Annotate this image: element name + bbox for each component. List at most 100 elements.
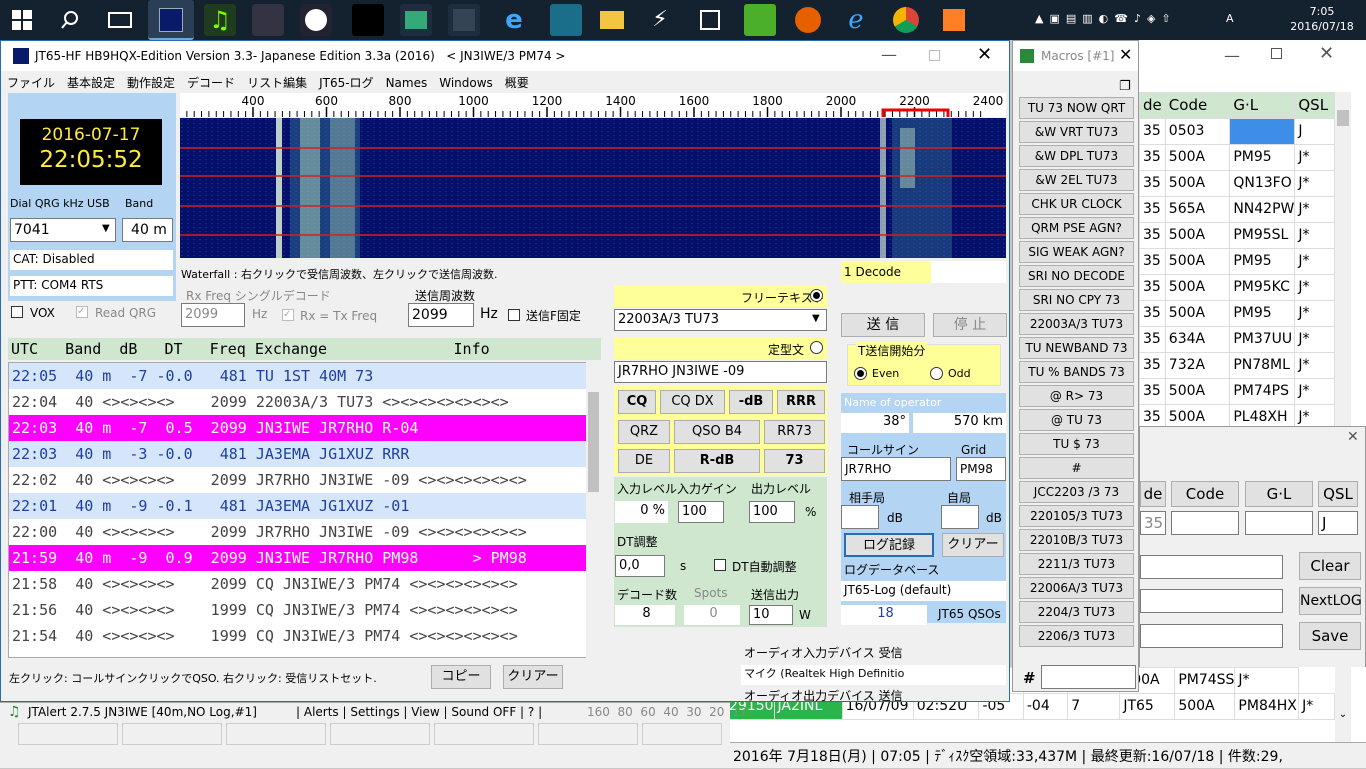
macro-de[interactable]: DE	[618, 449, 670, 473]
decode-row[interactable]: 21:54 40 <><><><> 1999 CQ JN3IWE/3 PM74 …	[9, 623, 600, 649]
dlg-header-de[interactable]: de	[1140, 481, 1166, 507]
log-row[interactable]: 35 0503 J	[1139, 118, 1335, 145]
macro-cq-dx[interactable]: CQ DX	[660, 390, 725, 414]
macro-button[interactable]: SRI NO DECODE	[1019, 265, 1134, 287]
band-field[interactable]: 40 m	[122, 218, 173, 242]
taskbar-tower-icon[interactable]: ⚡	[644, 4, 676, 36]
dt-auto-checkbox[interactable]	[714, 559, 726, 571]
chevron-down-icon[interactable]: ▼	[812, 313, 820, 324]
dlg-de-field[interactable]: 35	[1140, 511, 1166, 535]
macro-rrr[interactable]: RRR	[777, 390, 825, 414]
decode-row[interactable]: 22:03 40 m -3 -0.0 481 JA3EMA JG1XUZ RRR	[9, 441, 600, 467]
store-icon[interactable]	[694, 4, 726, 36]
minimize-icon[interactable]: —	[881, 45, 897, 64]
even-radio[interactable]	[854, 367, 867, 380]
decode-row[interactable]: 22:00 40 <><><><> 2099 JR7RHO JN3IWE -09…	[9, 519, 600, 545]
macro-r-db[interactable]: R-dB	[674, 449, 760, 473]
ie-icon[interactable]: ℯ	[840, 4, 872, 36]
dlg-header-qsl[interactable]: QSL	[1318, 481, 1358, 507]
taskbar-app9-icon[interactable]	[550, 4, 582, 36]
jtalert-menu[interactable]: | Alerts | Settings | View | Sound OFF |…	[296, 705, 542, 719]
macro-button[interactable]: 22003A/3 TU73	[1019, 313, 1134, 335]
macro-button[interactable]: TU % BANDS 73	[1019, 361, 1134, 383]
macro-rr73[interactable]: RR73	[764, 420, 825, 444]
menu-jt65-log[interactable]: JT65-ログ	[313, 71, 379, 94]
taskbar-music-icon[interactable]: ♫	[204, 4, 236, 36]
readqrg-checkbox[interactable]: ✓	[76, 306, 88, 318]
decode-list[interactable]: 22:05 40 m -7 -0.0 481 TU 1ST 40M 73 22:0…	[8, 362, 601, 658]
mine-db-field[interactable]	[941, 505, 979, 529]
log-row[interactable]: 35 500A PM95 J*	[1139, 300, 1335, 327]
macro-button[interactable]: TU $ 73	[1019, 433, 1134, 455]
dlg-text2[interactable]	[1140, 589, 1283, 613]
macro-button[interactable]: SIG WEAK AGN?	[1019, 241, 1134, 263]
macro-button[interactable]: @ R> 73	[1019, 385, 1134, 407]
log-row[interactable]: 35 500A QN13FO J*	[1139, 170, 1335, 197]
audio-in-device[interactable]: マイク (Realtek High Definitio	[741, 665, 1006, 685]
out-level-field[interactable]: 100	[749, 501, 795, 523]
lower-scrollbar[interactable]: ⌄	[1335, 667, 1351, 742]
tx-freq-field[interactable]: 2099	[408, 303, 474, 327]
log-row[interactable]: 35 634A PM37UU J*	[1139, 326, 1335, 353]
clear-list-button[interactable]: クリアー	[503, 665, 563, 689]
log-row[interactable]: 35 565A NN42PW J*	[1139, 196, 1335, 223]
taskbar-jt65-icon[interactable]	[148, 0, 194, 40]
macro-button[interactable]: @ TU 73	[1019, 409, 1134, 431]
task-view-icon[interactable]	[108, 12, 132, 28]
taskbar-app6-icon[interactable]	[400, 4, 432, 36]
fixed-text-radio[interactable]	[810, 341, 823, 354]
stop-button[interactable]: 停 止	[933, 313, 1007, 337]
list-scrollbar[interactable]	[586, 362, 601, 658]
clear-button[interactable]: Clear	[1299, 552, 1361, 580]
their-db-field[interactable]	[841, 505, 879, 529]
taskbar-app7-icon[interactable]	[448, 4, 480, 36]
macro-input[interactable]	[1041, 665, 1136, 689]
media-player-icon[interactable]	[938, 4, 970, 36]
macro-button[interactable]: &W 2EL TU73	[1019, 169, 1134, 191]
log-row[interactable]: 35 500A PM74PS J*	[1139, 378, 1335, 405]
search-icon[interactable]	[60, 10, 80, 30]
log-col-header[interactable]: de	[1139, 92, 1166, 119]
dt-field[interactable]: 0,0	[615, 555, 665, 577]
macro-qrz[interactable]: QRZ	[618, 420, 670, 444]
copy-button[interactable]: コピー	[431, 665, 491, 689]
vox-checkbox[interactable]	[11, 306, 23, 318]
macro-button[interactable]: TU NEWBAND 73	[1019, 337, 1134, 359]
chevron-down-icon[interactable]: ▼	[102, 223, 110, 234]
decode-row[interactable]: 21:58 40 <><><><> 2099 CQ JN3IWE/3 PM74 …	[9, 571, 600, 597]
macro-button[interactable]: JCC2203 /3 73	[1019, 481, 1134, 503]
dlg-text3[interactable]	[1140, 624, 1283, 648]
taskbar-app5-icon[interactable]	[352, 4, 384, 36]
dial-select[interactable]: 7041	[10, 218, 116, 242]
file-explorer-icon[interactable]	[596, 4, 628, 36]
decode-row[interactable]: 22:04 40 <><><><> 2099 22003A/3 TU73 <><…	[9, 389, 600, 415]
macro-button[interactable]: 22006A/3 TU73	[1019, 577, 1134, 599]
menu-list-edit[interactable]: リスト編集	[241, 71, 313, 94]
log-col-header[interactable]: G·L	[1229, 92, 1296, 119]
log-row[interactable]: 35 500A PM95SL J*	[1139, 222, 1335, 249]
rx-eq-tx-checkbox[interactable]: ✓	[282, 309, 294, 321]
macro-button[interactable]: SRI NO CPY 73	[1019, 289, 1134, 311]
firefox-icon[interactable]	[792, 4, 824, 36]
log-row[interactable]: 35 500A PM95 J*	[1139, 144, 1335, 171]
macro-button[interactable]: &W DPL TU73	[1019, 145, 1134, 167]
menu-file[interactable]: ファイル	[1, 71, 61, 94]
log-col-header[interactable]: Code	[1164, 92, 1231, 119]
nextlog-button[interactable]: NextLOG	[1299, 587, 1362, 615]
maximize-icon[interactable]	[1271, 48, 1282, 59]
macro-button[interactable]: QRM PSE AGN?	[1019, 217, 1134, 239]
log-row[interactable]: 35 500A PM95KC J*	[1139, 274, 1335, 301]
send-button[interactable]: 送 信	[841, 313, 925, 337]
tx-fixed-checkbox[interactable]	[508, 309, 520, 321]
menu-names[interactable]: Names	[380, 73, 434, 93]
macro-button[interactable]: 220105/3 TU73	[1019, 505, 1134, 527]
save-button[interactable]: Save	[1299, 622, 1361, 650]
log-button[interactable]: ログ記録	[844, 533, 934, 557]
free-text-radio[interactable]	[810, 289, 823, 302]
ime-indicator[interactable]: A	[1226, 12, 1234, 25]
log-row[interactable]: 35 732A PN78ML J*	[1139, 352, 1335, 379]
decode-row[interactable]: 22:01 40 m -9 -0.1 481 JA3EMA JG1XUZ -01	[9, 493, 600, 519]
dialog-close-icon[interactable]: ✕	[1347, 429, 1359, 445]
decode-row[interactable]: 21:59 40 m -9 0.9 2099 JN3IWE JR7RHO PM9…	[9, 545, 600, 571]
macro-button[interactable]: #	[1019, 457, 1134, 479]
